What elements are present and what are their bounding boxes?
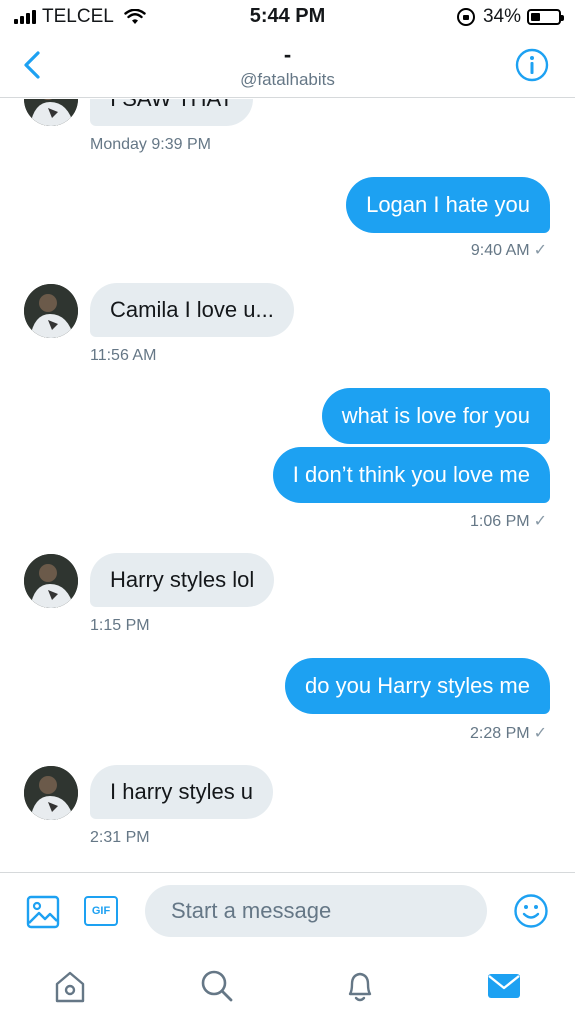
message-bubble-incoming[interactable]: Camila I love u... — [90, 283, 294, 337]
message-timestamp: 1:15 PM — [90, 617, 150, 634]
read-check-icon: ✓ — [533, 725, 547, 742]
message-timestamp: 9:40 AM ✓ — [471, 240, 547, 260]
message-thread[interactable]: I SAW THAT Monday 9:39 PM Logan I hate y… — [0, 99, 575, 872]
avatar-photo-icon — [24, 99, 78, 126]
message-bubble-incoming[interactable]: Harry styles lol — [90, 553, 275, 607]
gif-button[interactable]: GIF — [84, 896, 118, 926]
avatar[interactable] — [24, 554, 78, 608]
timestamp-text: 2:28 PM — [470, 725, 530, 742]
message-bubble-outgoing[interactable]: I don’t think you love me — [272, 447, 550, 503]
read-check-icon: ✓ — [533, 242, 547, 259]
message-composer: GIF Start a message — [0, 872, 575, 948]
message-bubble-outgoing[interactable]: do you Harry styles me — [285, 658, 550, 714]
avatar-photo-icon — [24, 554, 78, 608]
image-icon[interactable] — [26, 895, 60, 929]
timestamp-text: 1:06 PM — [470, 513, 530, 530]
message-timestamp: Monday 9:39 PM — [90, 136, 211, 153]
avatar[interactable] — [24, 99, 78, 126]
conversation-title: - — [283, 42, 292, 67]
message-bubble-outgoing[interactable]: what is love for you — [321, 388, 550, 444]
avatar-photo-icon — [24, 766, 78, 820]
message-timestamp: 2:28 PM ✓ — [470, 723, 547, 743]
battery-percent: 34% — [482, 6, 521, 27]
avatar[interactable] — [24, 284, 78, 338]
avatar[interactable] — [24, 766, 78, 820]
envelope-icon[interactable] — [484, 966, 524, 1006]
info-icon[interactable] — [515, 48, 549, 82]
message-bubble-incoming[interactable]: I SAW THAT — [90, 99, 254, 126]
status-bar: TELCEL 5:44 PM 34% — [0, 0, 575, 34]
read-check-icon: ✓ — [533, 513, 547, 530]
status-right: 34% — [456, 6, 564, 28]
battery-icon — [527, 9, 564, 25]
conversation-handle[interactable]: @fatalhabits — [0, 70, 575, 90]
tab-bar — [0, 948, 575, 1024]
smiley-icon[interactable] — [513, 893, 549, 929]
message-input[interactable]: Start a message — [145, 885, 487, 937]
message-bubble-incoming[interactable]: I harry styles u — [90, 765, 274, 819]
timestamp-text: 9:40 AM — [470, 242, 530, 259]
orientation-lock-icon — [456, 8, 475, 26]
message-timestamp: 11:56 AM — [90, 347, 157, 364]
message-timestamp: 2:31 PM — [90, 829, 150, 846]
search-icon[interactable] — [196, 966, 236, 1006]
bell-icon[interactable] — [340, 966, 380, 1006]
home-icon[interactable] — [50, 966, 90, 1006]
avatar-photo-icon — [24, 284, 78, 338]
message-bubble-outgoing[interactable]: Logan I hate you — [346, 177, 550, 233]
conversation-header: - @fatalhabits — [0, 34, 575, 98]
battery-fill — [531, 13, 540, 21]
message-timestamp: 1:06 PM ✓ — [470, 511, 547, 531]
